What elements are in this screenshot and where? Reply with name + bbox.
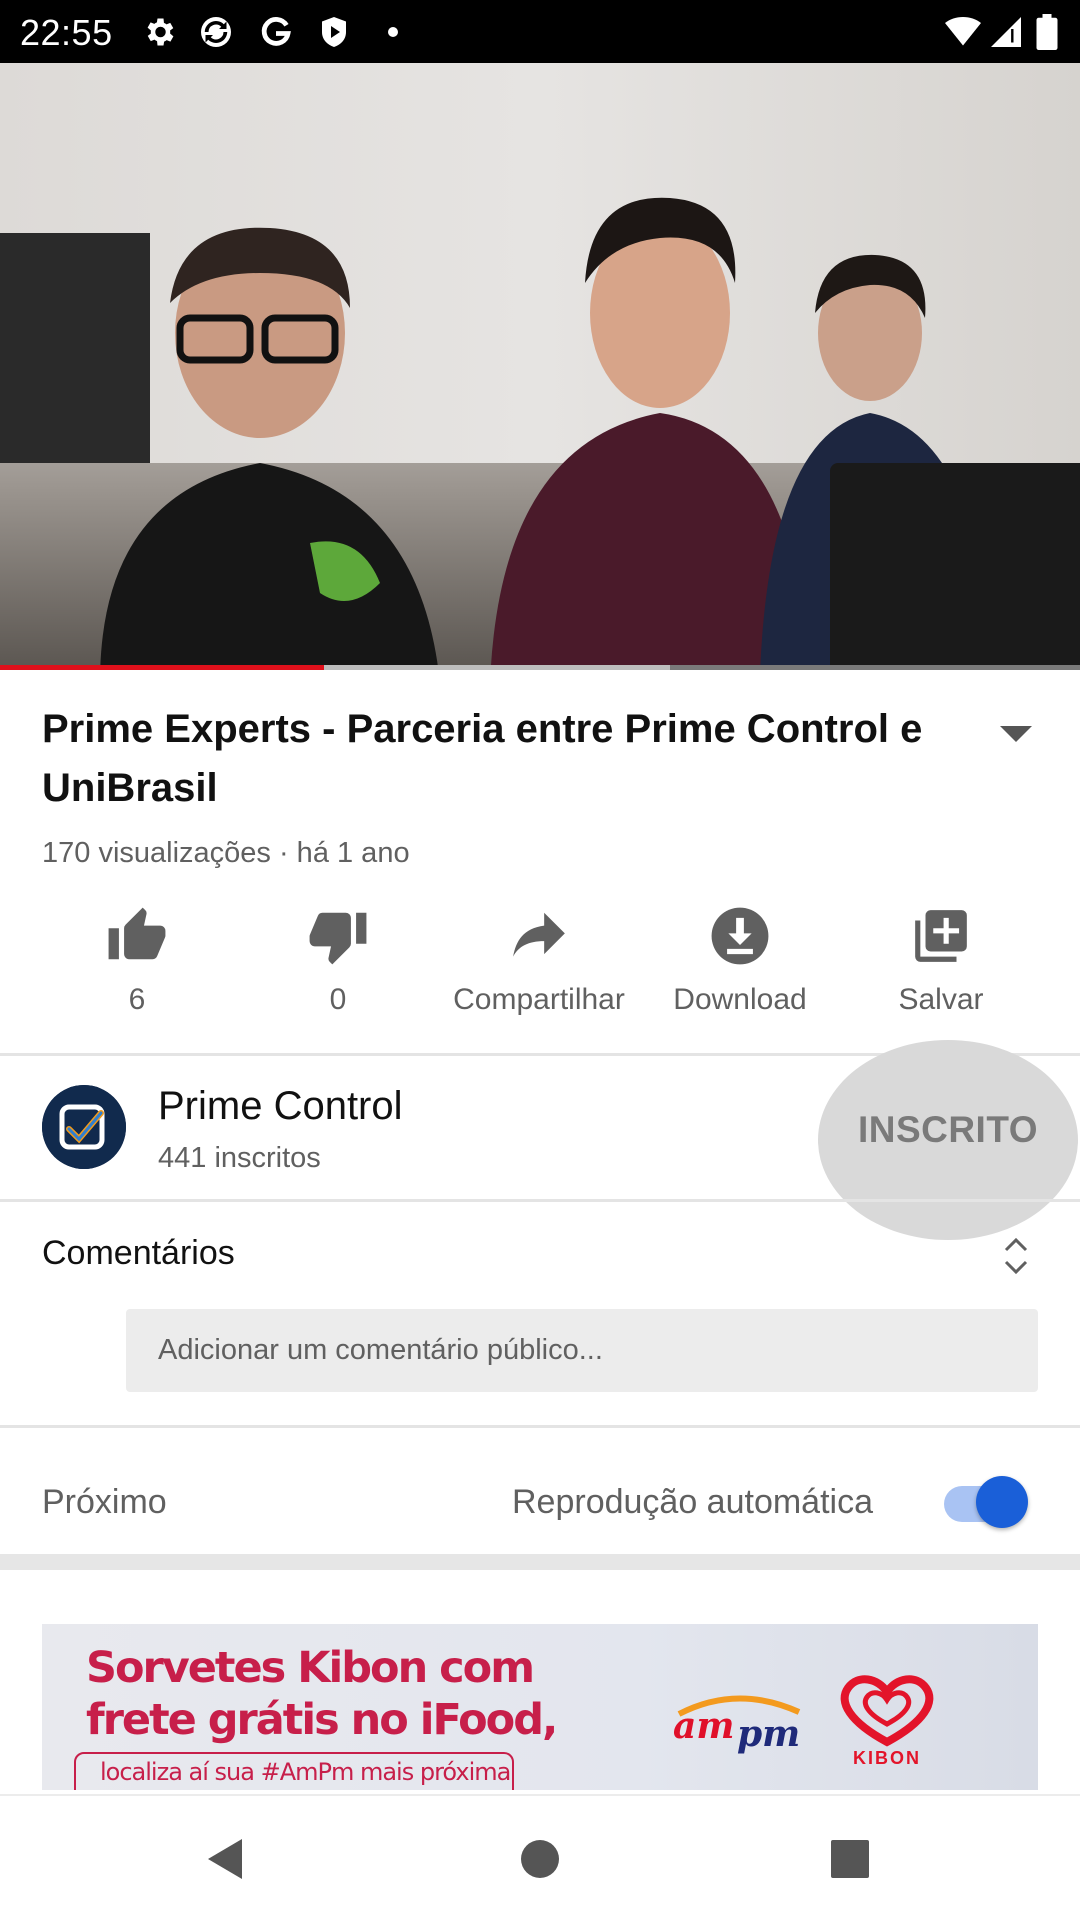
svg-text:am: am	[673, 1705, 734, 1747]
video-meta: 170 visualizações · há 1 ano	[42, 837, 410, 869]
video-played-bar	[0, 665, 324, 670]
svg-text:pm: pm	[737, 1713, 800, 1755]
channel-subscribers: 441 inscritos	[158, 1142, 321, 1174]
autoplay-label: Reprodução automática	[512, 1483, 874, 1521]
google-g-icon	[261, 17, 291, 46]
thumbs-up-icon	[108, 907, 166, 960]
system-nav-bar	[0, 1794, 1080, 1920]
share-icon	[513, 912, 565, 957]
expand-collapse-icon[interactable]	[1002, 1234, 1030, 1278]
save-button[interactable]: Salvar	[846, 905, 1036, 1025]
wifi-icon	[945, 17, 981, 46]
like-count: 6	[128, 983, 146, 1016]
up-next-label: Próximo	[42, 1483, 167, 1521]
ad-headline: Sorvetes Kibon com frete grátis no iFood…	[86, 1643, 558, 1745]
expand-description-icon[interactable]	[998, 722, 1034, 744]
signal-icon	[991, 17, 1021, 47]
home-icon[interactable]	[515, 1834, 565, 1884]
sync-icon	[201, 17, 231, 47]
like-button[interactable]: 6	[42, 905, 232, 1025]
video-player[interactable]	[0, 63, 1080, 670]
channel-avatar[interactable]	[42, 1085, 126, 1169]
recents-icon[interactable]	[825, 1834, 875, 1884]
share-label: Compartilhar	[453, 983, 625, 1016]
dislike-button[interactable]: 0	[243, 905, 433, 1025]
status-time: 22:55	[20, 12, 113, 53]
dislike-count: 0	[329, 983, 347, 1016]
add-to-playlist-icon	[915, 910, 967, 962]
gear-icon	[147, 18, 174, 46]
ad-banner[interactable]: Sorvetes Kibon com frete grátis no iFood…	[42, 1624, 1038, 1790]
download-button[interactable]: Download	[645, 905, 835, 1025]
back-icon[interactable]	[200, 1834, 250, 1884]
download-icon	[711, 907, 769, 965]
comment-input[interactable]: Adicionar um comentário público...	[126, 1309, 1038, 1392]
video-person-left	[100, 227, 439, 670]
video-monitor-right	[830, 463, 1080, 670]
divider	[0, 1199, 1080, 1202]
video-progress-bar[interactable]	[0, 665, 1080, 670]
video-title: Prime Experts - Parceria entre Prime Con…	[42, 707, 923, 810]
status-bar: 22:55	[0, 0, 1080, 63]
play-shield-icon	[322, 17, 346, 47]
dot-icon	[388, 27, 398, 37]
divider	[0, 1425, 1080, 1428]
section-divider	[0, 1554, 1080, 1570]
ampm-logo: am pm	[673, 1695, 800, 1755]
battery-icon	[1036, 14, 1058, 50]
share-button[interactable]: Compartilhar	[444, 905, 634, 1025]
prime-control-logo-icon	[42, 1085, 126, 1169]
subscribed-button[interactable]: INSCRITO	[818, 1100, 1078, 1160]
autoplay-toggle-knob[interactable]	[976, 1476, 1028, 1528]
kibon-logo: KIBON	[840, 1675, 934, 1767]
ad-tagline: localiza aí sua #AmPm mais próxima	[100, 1758, 511, 1786]
download-label: Download	[673, 983, 807, 1016]
kibon-logo-text: KIBON	[853, 1748, 921, 1767]
comments-title[interactable]: Comentários	[42, 1234, 235, 1273]
channel-name[interactable]: Prime Control	[158, 1084, 403, 1129]
thumbs-down-icon	[309, 912, 367, 965]
save-label: Salvar	[898, 983, 984, 1016]
